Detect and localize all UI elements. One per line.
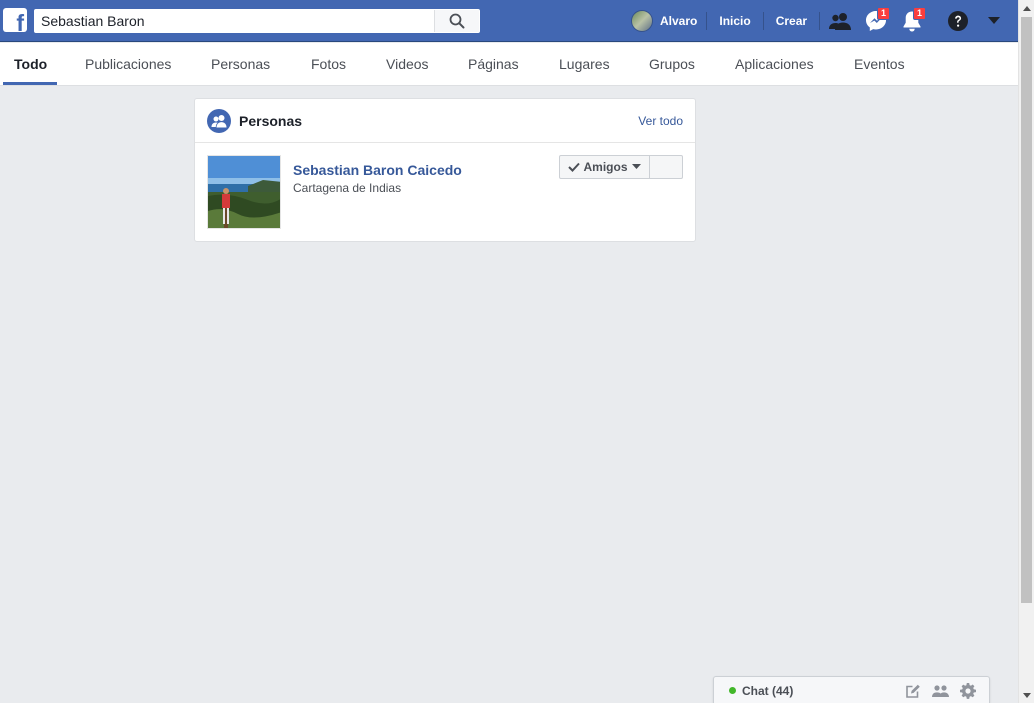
friends-status-button[interactable]: Amigos xyxy=(559,155,650,179)
scroll-down-button[interactable] xyxy=(1019,687,1034,703)
page-scrollbar[interactable] xyxy=(1018,0,1034,703)
tab-eventos[interactable]: Eventos xyxy=(854,43,905,85)
account-menu-button[interactable] xyxy=(976,0,1012,42)
card-header: Personas Ver todo xyxy=(195,99,695,143)
messages-button[interactable]: 1 xyxy=(858,0,894,42)
search-icon xyxy=(449,13,465,29)
help-button[interactable] xyxy=(940,0,976,42)
result-location: Cartagena de Indias xyxy=(293,181,402,195)
tab-publicaciones[interactable]: Publicaciones xyxy=(85,43,171,85)
checkmark-icon xyxy=(568,162,581,172)
profile-photo-image xyxy=(208,156,280,228)
search-input[interactable] xyxy=(35,10,435,32)
caret-down-icon xyxy=(631,164,641,169)
help-question-icon xyxy=(948,11,969,31)
compose-icon xyxy=(906,684,920,698)
profile-name: Alvaro xyxy=(660,14,698,28)
tab-paginas[interactable]: Páginas xyxy=(468,43,519,85)
search-filter-tabs: Todo Publicaciones Personas Fotos Videos… xyxy=(0,43,1018,86)
online-status-dot xyxy=(729,687,736,694)
see-all-link[interactable]: Ver todo xyxy=(638,114,683,128)
group-icon xyxy=(931,685,949,697)
caret-down-icon xyxy=(988,17,1001,24)
arrow-up-icon xyxy=(1023,5,1031,11)
tab-lugares[interactable]: Lugares xyxy=(559,43,610,85)
tab-fotos[interactable]: Fotos xyxy=(311,43,346,85)
friend-requests-icon xyxy=(829,13,852,30)
profile-link[interactable]: Alvaro xyxy=(630,0,706,42)
friends-button-label: Amigos xyxy=(583,160,628,174)
facebook-logo-icon[interactable]: f xyxy=(3,8,27,32)
messages-badge: 1 xyxy=(877,7,891,20)
create-link[interactable]: Crear xyxy=(764,0,819,42)
people-results-card: Personas Ver todo Sebastian Baron Caiced… xyxy=(194,98,696,242)
facebook-logo-letter: f xyxy=(16,10,24,33)
arrow-down-icon xyxy=(1023,692,1031,698)
tab-videos[interactable]: Videos xyxy=(386,43,429,85)
tab-todo[interactable]: Todo xyxy=(14,43,47,85)
search-button[interactable] xyxy=(434,10,479,32)
profile-photo[interactable] xyxy=(207,155,281,229)
tab-aplicaciones[interactable]: Aplicaciones xyxy=(735,43,814,85)
chat-settings-button[interactable] xyxy=(959,682,977,700)
scrollbar-thumb[interactable] xyxy=(1021,17,1032,603)
top-navigation-bar: f Alvaro Inicio Crear xyxy=(0,0,1018,42)
home-link[interactable]: Inicio xyxy=(707,0,762,42)
nav-divider xyxy=(819,12,821,30)
more-options-button[interactable] xyxy=(649,155,683,179)
avatar xyxy=(631,10,653,32)
search-box xyxy=(34,9,480,33)
notifications-badge: 1 xyxy=(913,7,927,20)
active-tab-indicator xyxy=(3,82,57,85)
new-message-button[interactable] xyxy=(904,682,922,700)
chat-label: Chat (44) xyxy=(742,684,794,698)
top-nav-right: Alvaro Inicio Crear 1 1 xyxy=(630,0,1012,42)
gear-icon xyxy=(960,683,976,699)
friend-requests-button[interactable] xyxy=(822,0,858,42)
create-group-button[interactable] xyxy=(931,682,949,700)
tab-grupos[interactable]: Grupos xyxy=(649,43,695,85)
chat-bar[interactable]: Chat (44) xyxy=(713,676,990,703)
notifications-button[interactable]: 1 xyxy=(894,0,930,42)
scroll-up-button[interactable] xyxy=(1019,0,1034,16)
tab-personas[interactable]: Personas xyxy=(211,43,270,85)
people-icon xyxy=(207,109,231,133)
result-name-link[interactable]: Sebastian Baron Caicedo xyxy=(293,162,462,178)
section-title: Personas xyxy=(239,113,303,129)
